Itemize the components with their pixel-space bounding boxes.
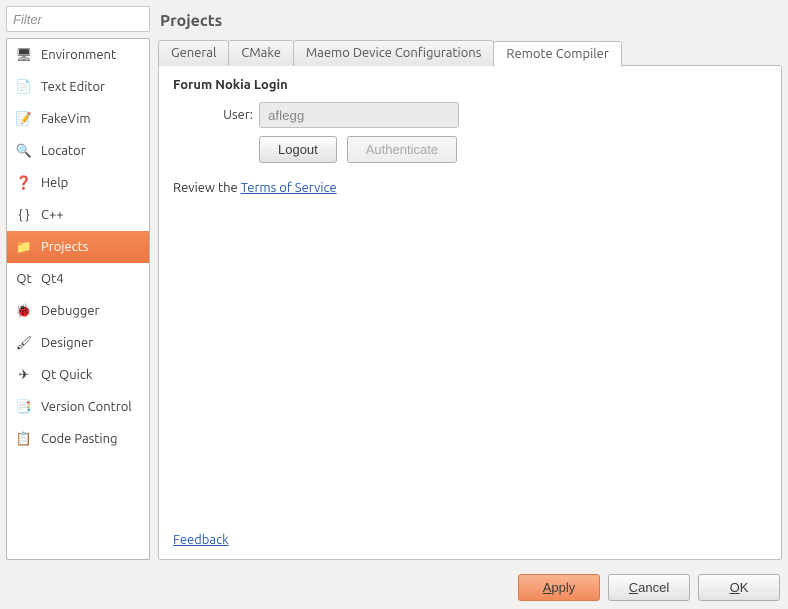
sidebar-item-label: Designer: [41, 336, 93, 350]
sidebar-item-projects[interactable]: 📁 Projects: [7, 231, 149, 263]
page-title: Projects: [160, 12, 782, 30]
sidebar-item-designer[interactable]: 🖌 Designer: [7, 327, 149, 359]
sidebar-item-label: Qt4: [41, 272, 64, 286]
document-icon: 📄: [15, 78, 33, 96]
sidebar-item-environment[interactable]: 🖥 Environment: [7, 39, 149, 71]
sidebar-item-qt4[interactable]: Qt Qt4: [7, 263, 149, 295]
sidebar-item-label: Projects: [41, 240, 88, 254]
help-icon: ❓: [15, 174, 33, 192]
tos-link[interactable]: Terms of Service: [241, 181, 337, 195]
sidebar-item-label: Help: [41, 176, 68, 190]
sidebar-item-help[interactable]: ❓ Help: [7, 167, 149, 199]
dialog-footer: Apply Cancel OK: [0, 566, 788, 609]
apply-button[interactable]: Apply: [518, 574, 600, 601]
tab-bar: GeneralCMakeMaemo Device ConfigurationsR…: [158, 40, 782, 66]
sidebar-item-label: Qt Quick: [41, 368, 92, 382]
review-prefix: Review the: [173, 181, 241, 195]
nav-list: 🖥 Environment 📄 Text Editor 📝 FakeVim 🔍 Locator…: [6, 38, 150, 560]
tab-maemo-device-configurations[interactable]: Maemo Device Configurations: [293, 40, 495, 66]
qt-icon: Qt: [15, 270, 33, 288]
sidebar: 🖥 Environment 📄 Text Editor 📝 FakeVim 🔍 Locator…: [6, 6, 150, 560]
vcs-icon: 📑: [15, 398, 33, 416]
sidebar-item-code-pasting[interactable]: 📋 Code Pasting: [7, 423, 149, 455]
filter-input[interactable]: [6, 6, 150, 32]
sidebar-item-label: Debugger: [41, 304, 99, 318]
locator-icon: 🔍: [15, 142, 33, 160]
sidebar-item-label: Environment: [41, 48, 116, 62]
sidebar-item-version-control[interactable]: 📑 Version Control: [7, 391, 149, 423]
tab-cmake[interactable]: CMake: [228, 40, 293, 66]
sidebar-item-label: C++: [41, 208, 64, 222]
fakevim-icon: 📝: [15, 110, 33, 128]
authenticate-button[interactable]: Authenticate: [347, 136, 457, 163]
monitor-icon: 🖥: [15, 46, 33, 64]
tab-panel-remote-compiler: Forum Nokia Login User: Logout Authentic…: [158, 65, 782, 560]
auth-button-row: Logout Authenticate: [259, 136, 767, 163]
sidebar-item-text-editor[interactable]: 📄 Text Editor: [7, 71, 149, 103]
ok-button[interactable]: OK: [698, 574, 780, 601]
sidebar-item-label: Locator: [41, 144, 86, 158]
feedback-link[interactable]: Feedback: [173, 533, 767, 547]
sidebar-item-c-[interactable]: { } C++: [7, 199, 149, 231]
cancel-button[interactable]: Cancel: [608, 574, 690, 601]
sidebar-item-label: Text Editor: [41, 80, 105, 94]
clipboard-icon: 📋: [15, 430, 33, 448]
logout-button[interactable]: Logout: [259, 136, 337, 163]
section-title: Forum Nokia Login: [173, 78, 767, 92]
brush-icon: 🖌: [15, 334, 33, 352]
sidebar-item-qt-quick[interactable]: ✈ Qt Quick: [7, 359, 149, 391]
sidebar-item-label: Version Control: [41, 400, 132, 414]
cpp-icon: { }: [15, 206, 33, 224]
tab-general[interactable]: General: [158, 40, 229, 66]
sidebar-item-fakevim[interactable]: 📝 FakeVim: [7, 103, 149, 135]
sidebar-item-locator[interactable]: 🔍 Locator: [7, 135, 149, 167]
tab-remote-compiler[interactable]: Remote Compiler: [493, 41, 621, 67]
sidebar-item-label: Code Pasting: [41, 432, 117, 446]
review-line: Review the Terms of Service: [173, 181, 767, 195]
sidebar-item-label: FakeVim: [41, 112, 91, 126]
user-row: User:: [173, 102, 767, 128]
main-panel: Projects GeneralCMakeMaemo Device Config…: [158, 6, 782, 560]
folder-icon: 📁: [15, 238, 33, 256]
sidebar-item-debugger[interactable]: 🐞 Debugger: [7, 295, 149, 327]
user-field[interactable]: [259, 102, 459, 128]
bug-icon: 🐞: [15, 302, 33, 320]
paperplane-icon: ✈: [15, 366, 33, 384]
user-label: User:: [173, 108, 253, 122]
